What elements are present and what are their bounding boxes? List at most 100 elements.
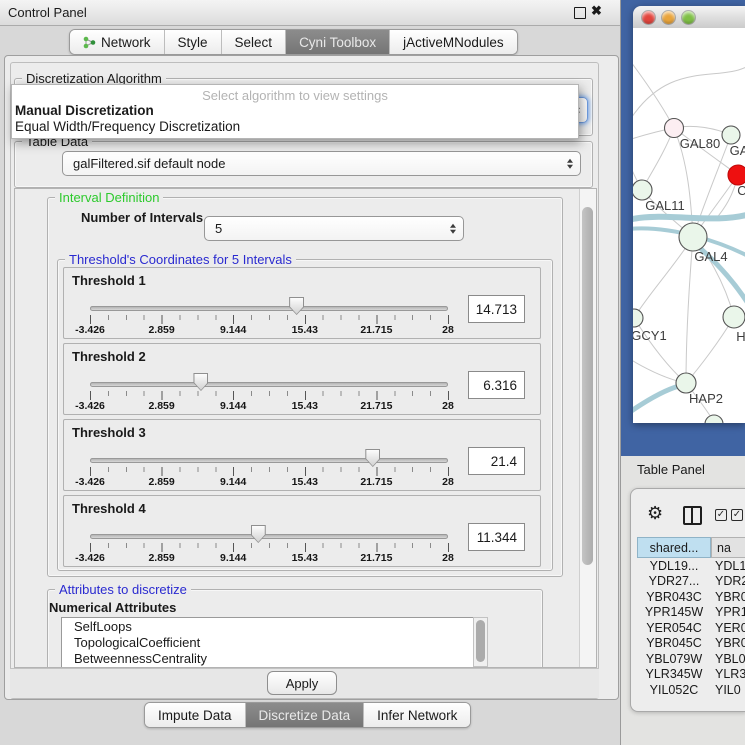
table-cell[interactable]: YDR27... — [637, 574, 711, 590]
tick-label: 9.144 — [220, 552, 246, 564]
vertical-scrollbar-thumb[interactable] — [582, 207, 593, 565]
network-node-label: H — [736, 329, 745, 344]
slider-track[interactable] — [90, 382, 448, 387]
network-canvas[interactable]: GAL80GACGAL11GAL4GCY1HHAP2 — [633, 28, 745, 423]
table-cell[interactable]: YBR0 — [711, 589, 745, 605]
network-node-label: C — [737, 183, 745, 198]
table-cell[interactable]: YER0 — [711, 620, 745, 636]
table-cell[interactable]: YBL079W — [637, 651, 711, 667]
popup-item-equal-width[interactable]: Equal Width/Frequency Discretization — [15, 119, 240, 134]
checkbox-icon[interactable]: ✓ — [731, 509, 743, 521]
network-node[interactable] — [722, 126, 740, 144]
network-node[interactable] — [723, 306, 745, 328]
slider-thumb[interactable] — [365, 449, 380, 467]
network-node[interactable] — [633, 180, 652, 200]
slider-thumb[interactable] — [251, 525, 266, 543]
tick-label: 9.144 — [220, 324, 246, 336]
slider-thumb[interactable] — [289, 297, 304, 315]
table-cell[interactable]: YDR2 — [711, 574, 745, 590]
threshold-slider[interactable]: -3.4262.8599.14415.4321.71528 — [90, 420, 448, 490]
table-row[interactable]: YER054CYER0 — [637, 620, 745, 636]
network-node-label: GAL4 — [694, 249, 727, 264]
checkbox-icon[interactable]: ✓ — [715, 509, 727, 521]
table-cell[interactable]: YIL0 — [711, 682, 745, 695]
number-of-intervals-label: Number of Intervals — [81, 210, 203, 225]
table-row[interactable]: YDR27...YDR2 — [637, 574, 745, 590]
table-cell[interactable]: YPR1 — [711, 605, 745, 621]
table-row[interactable]: YDL19...YDL1 — [637, 558, 745, 574]
slider-thumb[interactable] — [193, 373, 208, 391]
number-of-intervals-value: 5 — [215, 221, 222, 236]
slider-tick-labels: -3.4262.8599.14415.4321.71528 — [90, 400, 448, 413]
tab-cyni-toolbox[interactable]: Cyni Toolbox — [285, 30, 389, 54]
minimize-traffic-light-icon[interactable] — [662, 11, 675, 24]
slider-track[interactable] — [90, 306, 448, 311]
tab-label: Infer Network — [377, 708, 457, 723]
table-row[interactable]: YIL052CYIL0 — [637, 682, 745, 695]
vertical-scrollbar[interactable] — [579, 189, 596, 667]
slider-track[interactable] — [90, 458, 448, 463]
table-row[interactable]: YBL079WYBL0 — [637, 651, 745, 667]
gear-icon[interactable]: ⚙ — [647, 504, 663, 522]
threshold-slider[interactable]: -3.4262.8599.14415.4321.71528 — [90, 344, 448, 414]
split-columns-icon[interactable] — [683, 506, 702, 525]
tab-network[interactable]: Network — [70, 30, 164, 54]
network-node-label: GAL11 — [645, 198, 685, 213]
table-cell[interactable]: YBR043C — [637, 589, 711, 605]
close-icon[interactable]: ✖ — [591, 3, 602, 19]
table-cell[interactable]: YLR345W — [637, 667, 711, 683]
table-cell[interactable]: YDL1 — [711, 558, 745, 574]
network-window-titlebar[interactable] — [633, 6, 745, 29]
threshold-value-field[interactable]: 21.4 — [468, 447, 525, 475]
table-cell[interactable]: YLR3 — [711, 667, 745, 683]
table-data-combobox[interactable]: galFiltered.sif default node — [62, 151, 581, 176]
tick-label: 21.715 — [360, 552, 392, 564]
table-cell[interactable]: YBR045C — [637, 636, 711, 652]
apply-button[interactable]: Apply — [267, 671, 337, 695]
network-node[interactable] — [679, 223, 707, 251]
popup-item-manual-discretization[interactable]: Manual Discretization — [15, 103, 154, 118]
attribute-list-item[interactable]: TopologicalCoefficient — [62, 634, 474, 650]
table-row[interactable]: YBR043CYBR0 — [637, 589, 745, 605]
table-cell[interactable]: YBR0 — [711, 636, 745, 652]
tab-impute-data[interactable]: Impute Data — [145, 703, 245, 727]
network-node[interactable] — [705, 415, 723, 423]
tick-label: 2.859 — [148, 476, 174, 488]
tick-label: 15.43 — [292, 324, 318, 336]
table-row[interactable]: YBR045CYBR0 — [637, 636, 745, 652]
number-of-intervals-combobox[interactable]: 5 — [204, 216, 464, 241]
tab-style[interactable]: Style — [164, 30, 221, 54]
close-traffic-light-icon[interactable] — [642, 11, 655, 24]
attribute-list-item[interactable]: SelfLoops — [62, 618, 474, 634]
slider-tick-labels: -3.4262.8599.14415.4321.71528 — [90, 324, 448, 337]
tab-jactivemnodules[interactable]: jActiveMNodules — [389, 30, 517, 54]
table-row[interactable]: YLR345WYLR3 — [637, 667, 745, 683]
attribute-list-item[interactable]: BetweennessCentrality — [62, 650, 474, 666]
threshold-value-field[interactable]: 6.316 — [468, 371, 525, 399]
table-cell[interactable]: YPR145W — [637, 605, 711, 621]
tab-discretize-data[interactable]: Discretize Data — [245, 703, 364, 727]
network-node[interactable] — [633, 309, 643, 327]
float-window-icon[interactable] — [574, 7, 586, 19]
network-node[interactable] — [665, 119, 684, 138]
list-scrollbar[interactable] — [473, 617, 488, 667]
threshold-value-field[interactable]: 11.344 — [468, 523, 525, 551]
table-cell[interactable]: YER054C — [637, 620, 711, 636]
numerical-attributes-list[interactable]: SelfLoopsTopologicalCoefficientBetweenne… — [61, 617, 475, 668]
column-header-shared-name[interactable]: shared... — [637, 537, 711, 558]
table-cell[interactable]: YBL0 — [711, 651, 745, 667]
column-header-name[interactable]: na — [711, 537, 745, 558]
table-row[interactable]: YPR145WYPR1 — [637, 605, 745, 621]
network-node[interactable] — [728, 165, 745, 185]
slider-track[interactable] — [90, 534, 448, 539]
tab-select[interactable]: Select — [221, 30, 286, 54]
threshold-slider[interactable]: -3.4262.8599.14415.4321.71528 — [90, 268, 448, 338]
table-cell[interactable]: YDL19... — [637, 558, 711, 574]
threshold-slider[interactable]: -3.4262.8599.14415.4321.71528 — [90, 496, 448, 566]
table-cell[interactable]: YIL052C — [637, 682, 711, 695]
table-data-value: galFiltered.sif default node — [73, 156, 225, 171]
threshold-value-field[interactable]: 14.713 — [468, 295, 525, 323]
tab-infer-network[interactable]: Infer Network — [363, 703, 470, 727]
zoom-traffic-light-icon[interactable] — [682, 11, 695, 24]
network-node[interactable] — [676, 373, 696, 393]
